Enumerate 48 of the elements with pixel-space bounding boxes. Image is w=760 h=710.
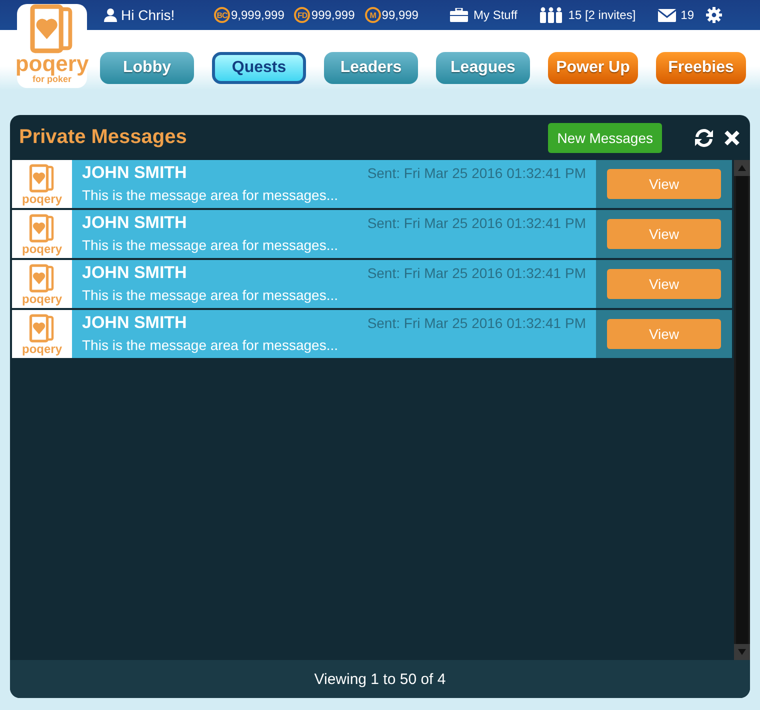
currency-amount: 99,999 (382, 8, 418, 22)
currency-badge: BC (214, 7, 230, 23)
new-messages-button[interactable]: New Messages (548, 122, 662, 152)
nav-button[interactable]: Lobby (100, 52, 194, 84)
sent-date: Sent: Fri Mar 25 2016 01:32:41 PM (367, 215, 586, 233)
message-preview: This is the message area for messages... (82, 187, 339, 203)
sent-date: Sent: Fri Mar 25 2016 01:32:41 PM (367, 165, 586, 183)
view-button[interactable]: View (607, 269, 721, 299)
view-button[interactable]: View (607, 219, 721, 249)
sent-date: Sent: Fri Mar 25 2016 01:32:41 PM (367, 265, 586, 283)
sender-name: JOHN SMITH (82, 213, 187, 233)
view-button[interactable]: View (607, 169, 721, 199)
nav-button[interactable]: Freebies (656, 52, 746, 84)
people-icon (539, 7, 564, 23)
message-count[interactable]: 19 (680, 8, 694, 22)
friends-count[interactable]: 15 [2 invites] (568, 8, 636, 22)
sender-name: JOHN SMITH (82, 163, 187, 183)
currency-badge: FD (294, 7, 310, 23)
currency-amount: 9,999,999 (231, 8, 284, 22)
view-button[interactable]: View (607, 319, 721, 349)
logo-name: poqery (22, 294, 62, 304)
sender-name: JOHN SMITH (82, 313, 187, 333)
sender-name: JOHN SMITH (82, 263, 187, 283)
currency-amount: 999,999 (311, 8, 355, 22)
sent-date: Sent: Fri Mar 25 2016 01:32:41 PM (367, 315, 586, 333)
nav-button[interactable]: Power Up (548, 52, 638, 84)
currency-badge: M (364, 7, 381, 23)
pagination-text: Viewing 1 to 50 of 4 (314, 670, 446, 688)
briefcase-icon (450, 8, 468, 22)
my-stuff-link[interactable]: My Stuff (473, 8, 518, 22)
logo-name: poqery (22, 344, 62, 354)
logo-name: poqery (15, 54, 89, 74)
message-preview: This is the message area for messages... (82, 337, 339, 353)
envelope-icon (658, 8, 676, 22)
logo-name: poqery (22, 244, 62, 254)
nav-button[interactable]: Quests (212, 52, 306, 84)
message-preview: This is the message area for messages... (82, 237, 339, 253)
greeting: Hi Chris! (104, 7, 214, 23)
logo-name: poqery (22, 194, 62, 204)
settings-icon[interactable] (706, 7, 722, 23)
close-icon[interactable] (724, 130, 740, 146)
user-icon (104, 8, 117, 22)
message-preview: This is the message area for messages... (82, 287, 339, 303)
panel-title: Private Messages (19, 126, 188, 149)
refresh-icon[interactable] (694, 128, 714, 148)
nav-button[interactable]: Leagues (436, 52, 530, 84)
nav-button[interactable]: Leaders (324, 52, 418, 84)
logo-tagline: for poker (32, 74, 72, 84)
